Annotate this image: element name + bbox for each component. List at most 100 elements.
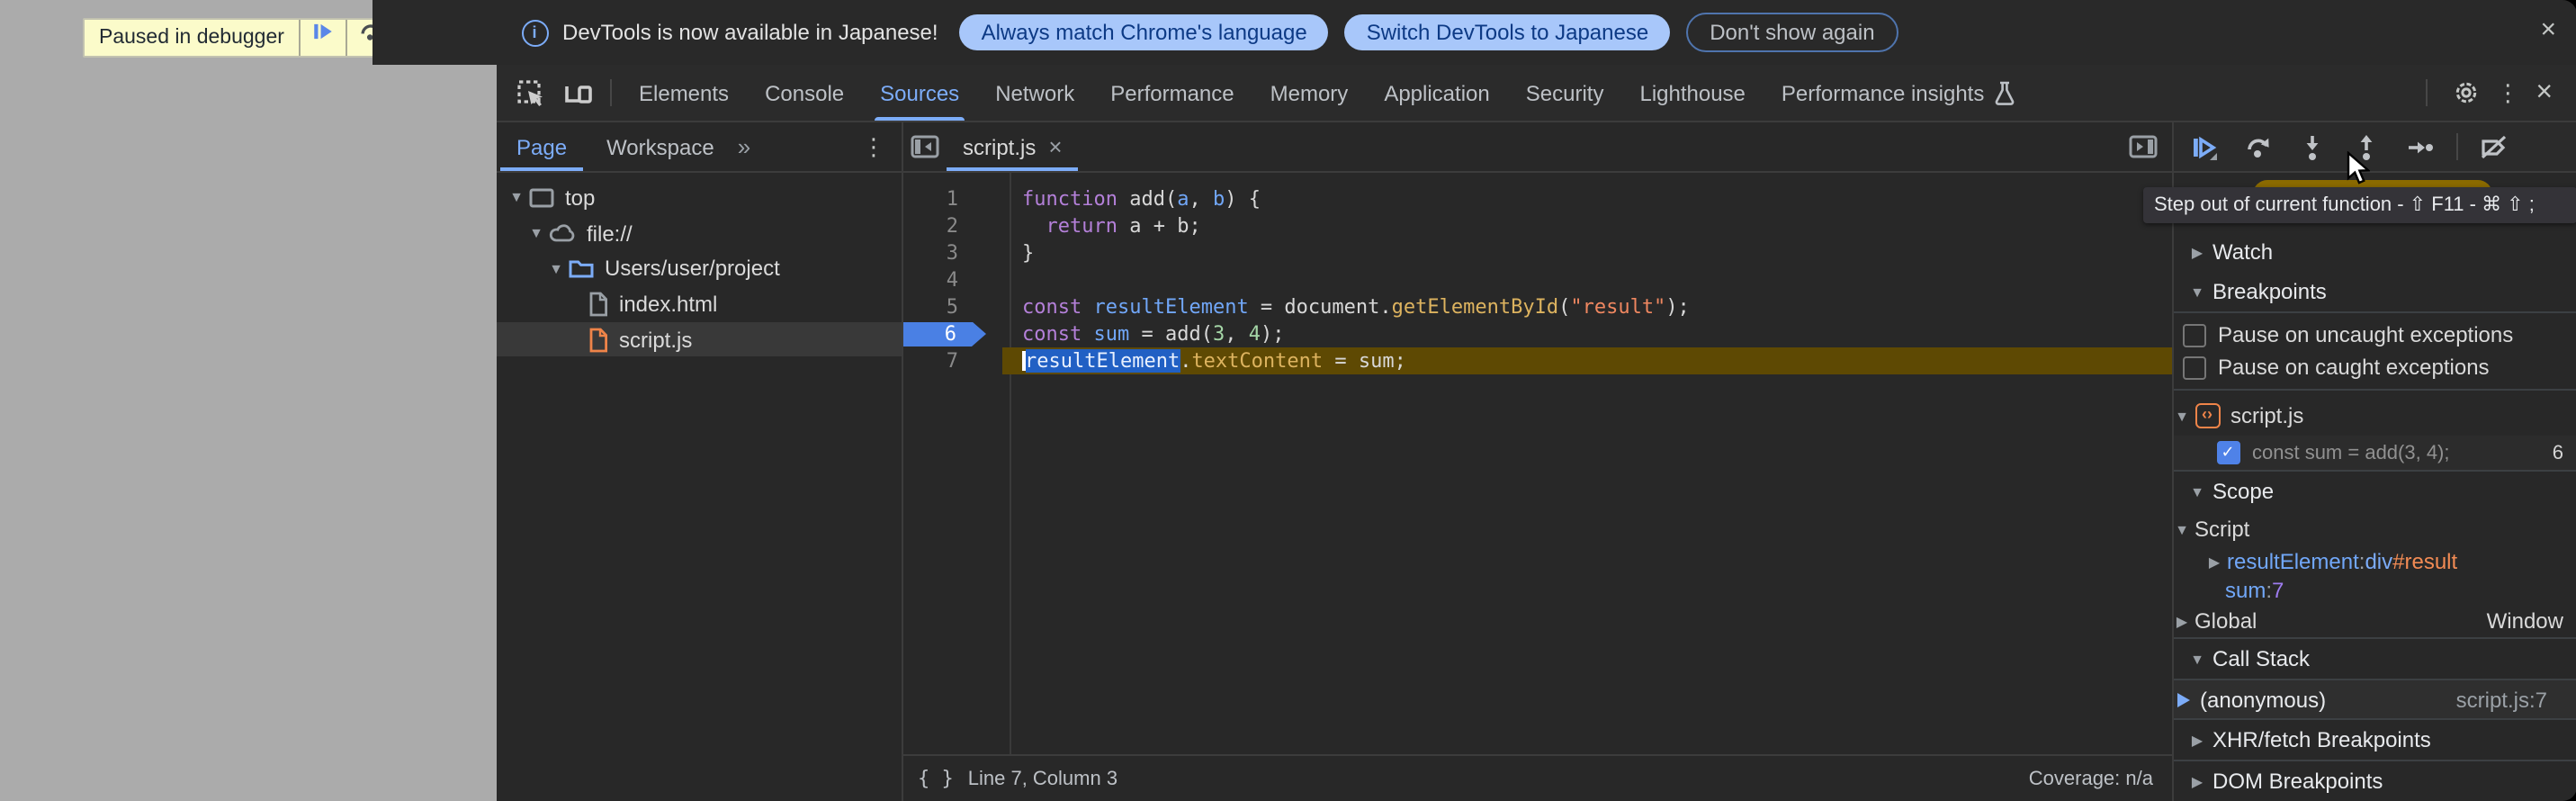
line-number-gutter[interactable]: 2 xyxy=(903,212,1009,239)
breakpoint-file-group[interactable]: ▼ ‹› script.js xyxy=(2173,396,2576,436)
line-number-gutter[interactable]: 3 xyxy=(903,239,1009,266)
code-line-2[interactable]: 2 return a + b; xyxy=(903,212,2171,239)
info-icon: i xyxy=(521,19,548,46)
breakpoint-file-label: script.js xyxy=(2230,403,2303,428)
scope-var-sum[interactable]: sum: 7 xyxy=(2173,576,2576,605)
toolbar-right-controls: ⋮ × xyxy=(2417,78,2576,107)
more-options-kebab-icon[interactable]: ⋮ xyxy=(2496,81,2519,104)
pause-caught-row[interactable]: Pause on caught exceptions xyxy=(2173,353,2576,382)
more-tabs-chevron-icon[interactable]: » xyxy=(738,133,750,160)
toggle-debugger-sidebar-icon[interactable] xyxy=(2128,135,2157,158)
pause-uncaught-row[interactable]: Pause on uncaught exceptions xyxy=(2173,320,2576,349)
editor-tab-close-icon[interactable]: × xyxy=(1048,133,1062,160)
tree-item-file-[interactable]: ▼file:// xyxy=(497,215,902,250)
line-number: 5 xyxy=(947,293,958,320)
close-devtools-icon[interactable]: × xyxy=(2536,78,2553,107)
step-into-button[interactable] xyxy=(2284,122,2338,171)
code-line-3[interactable]: 3} xyxy=(903,239,2171,266)
expanded-triangle-icon: ▼ xyxy=(2173,521,2191,537)
tab-page[interactable]: Page xyxy=(497,122,587,171)
code-line-text: const resultElement = document.getElemen… xyxy=(1009,293,1690,320)
tab-application[interactable]: Application xyxy=(1366,65,1507,121)
resume-script-button[interactable] xyxy=(299,20,346,56)
editor-tab-scriptjs[interactable]: script.js × xyxy=(947,122,1079,171)
section-watch[interactable]: ▶ Watch xyxy=(2173,232,2576,272)
breakpoint-badge[interactable]: 6 xyxy=(903,320,1009,347)
scope-global-row[interactable]: ▶ Global Window xyxy=(2173,605,2576,637)
line-number-gutter[interactable]: 4 xyxy=(903,266,1009,293)
tab-label: Sources xyxy=(880,80,959,105)
section-scope[interactable]: ▼ Scope xyxy=(2173,472,2576,511)
code-line-text: } xyxy=(1009,239,1034,266)
step-button[interactable] xyxy=(2392,122,2446,171)
tree-item-top[interactable]: ▼top xyxy=(497,180,902,215)
code-line-text: resultElement.textContent = sum; xyxy=(1009,347,1406,374)
deactivate-breakpoints-icon xyxy=(2479,132,2508,161)
pretty-print-icon[interactable]: { } xyxy=(918,767,954,790)
settings-gear-icon[interactable] xyxy=(2453,79,2480,106)
tree-item-users-user-project[interactable]: ▼Users/user/project xyxy=(497,251,902,286)
tab-console[interactable]: Console xyxy=(747,65,862,121)
toggle-navigator-panel-icon[interactable] xyxy=(911,135,939,158)
section-dom-breakpoints[interactable]: ▶ DOM Breakpoints xyxy=(2173,761,2576,801)
scope-script-row[interactable]: ▼ Script xyxy=(2173,511,2576,547)
line-number: 7 xyxy=(947,347,958,374)
section-xhr-breakpoints[interactable]: ▶ XHR/fetch Breakpoints xyxy=(2173,720,2576,760)
navigator-kebab-icon[interactable]: ⋮ xyxy=(862,135,902,158)
tab-performance-insights[interactable]: Performance insights xyxy=(1764,65,2033,121)
pause-uncaught-checkbox[interactable] xyxy=(2182,323,2205,346)
code-line-7[interactable]: 7 resultElement.textContent = sum; xyxy=(903,347,2171,374)
code-line-5[interactable]: 5 const resultElement = document.getEleme… xyxy=(903,293,2171,320)
scope-global-label: Global xyxy=(2195,608,2257,634)
deactivate-breakpoints-button[interactable] xyxy=(2466,122,2520,171)
inspect-element-button[interactable] xyxy=(507,78,554,107)
tab-workspace[interactable]: Workspace xyxy=(587,122,734,171)
line-number-gutter[interactable]: 1 xyxy=(903,185,1009,212)
section-watch-label: Watch xyxy=(2212,239,2273,265)
token-pl: = sum; xyxy=(1323,349,1406,373)
code-line-1[interactable]: 1function add(a, b) { xyxy=(903,185,2171,212)
line-number: 3 xyxy=(947,239,958,266)
resume-button[interactable] xyxy=(2177,122,2230,171)
toggle-device-toolbar-button[interactable] xyxy=(554,79,601,106)
section-breakpoints-label: Breakpoints xyxy=(2212,279,2327,304)
tree-item-index-html[interactable]: index.html xyxy=(497,286,902,321)
toolbar-divider xyxy=(610,79,612,106)
step-over-button[interactable] xyxy=(2230,122,2284,171)
token-pl xyxy=(1082,295,1093,319)
switch-to-japanese-button[interactable]: Switch DevTools to Japanese xyxy=(1345,14,1671,50)
tab-performance[interactable]: Performance xyxy=(1092,65,1252,121)
always-match-language-button[interactable]: Always match Chrome's language xyxy=(960,14,1329,50)
scope-var-resultelement[interactable]: ▶ resultElement: div#result xyxy=(2173,547,2576,576)
section-callstack[interactable]: ▼ Call Stack xyxy=(2173,639,2576,679)
breakpoint-entry[interactable]: ✓ const sum = add(3, 4); 6 xyxy=(2173,436,2576,470)
infobar-close-icon[interactable]: × xyxy=(2540,14,2556,47)
code-line-4[interactable]: 4 xyxy=(903,266,2171,293)
line-number-gutter[interactable]: 7 xyxy=(903,347,1009,374)
callstack-frame-row[interactable]: (anonymous) script.js:7 xyxy=(2173,680,2576,718)
token-pl: = add( xyxy=(1129,322,1213,346)
line-number: 4 xyxy=(947,266,958,293)
token-pl: ( xyxy=(1558,295,1570,319)
breakpoint-checkbox[interactable]: ✓ xyxy=(2216,441,2239,464)
code-line-6[interactable]: 6const sum = add(3, 4); xyxy=(903,320,2171,347)
tab-memory[interactable]: Memory xyxy=(1252,65,1367,121)
tab-network[interactable]: Network xyxy=(977,65,1092,121)
tab-label: Performance xyxy=(1110,80,1234,105)
frame-name: (anonymous) xyxy=(2200,687,2326,712)
tab-sources[interactable]: Sources xyxy=(862,65,977,121)
tab-lighthouse[interactable]: Lighthouse xyxy=(1621,65,1763,121)
paused-banner-label: Paused in debugger xyxy=(85,20,299,56)
tab-elements[interactable]: Elements xyxy=(621,65,747,121)
code-area[interactable]: 1function add(a, b) {2 return a + b;3}45… xyxy=(903,173,2171,754)
section-breakpoints[interactable]: ▼ Breakpoints xyxy=(2173,272,2576,311)
expanded-triangle-icon: ▼ xyxy=(2173,408,2191,424)
line-number-gutter[interactable]: 5 xyxy=(903,293,1009,320)
tab-security[interactable]: Security xyxy=(1508,65,1622,121)
scope-script-label: Script xyxy=(2195,517,2249,542)
pause-caught-checkbox[interactable] xyxy=(2182,356,2205,379)
token-pl: . xyxy=(1180,349,1191,373)
tab-label: Lighthouse xyxy=(1639,80,1745,105)
dont-show-again-button[interactable]: Don't show again xyxy=(1686,13,1898,52)
tree-item-script-js[interactable]: script.js xyxy=(497,322,902,357)
